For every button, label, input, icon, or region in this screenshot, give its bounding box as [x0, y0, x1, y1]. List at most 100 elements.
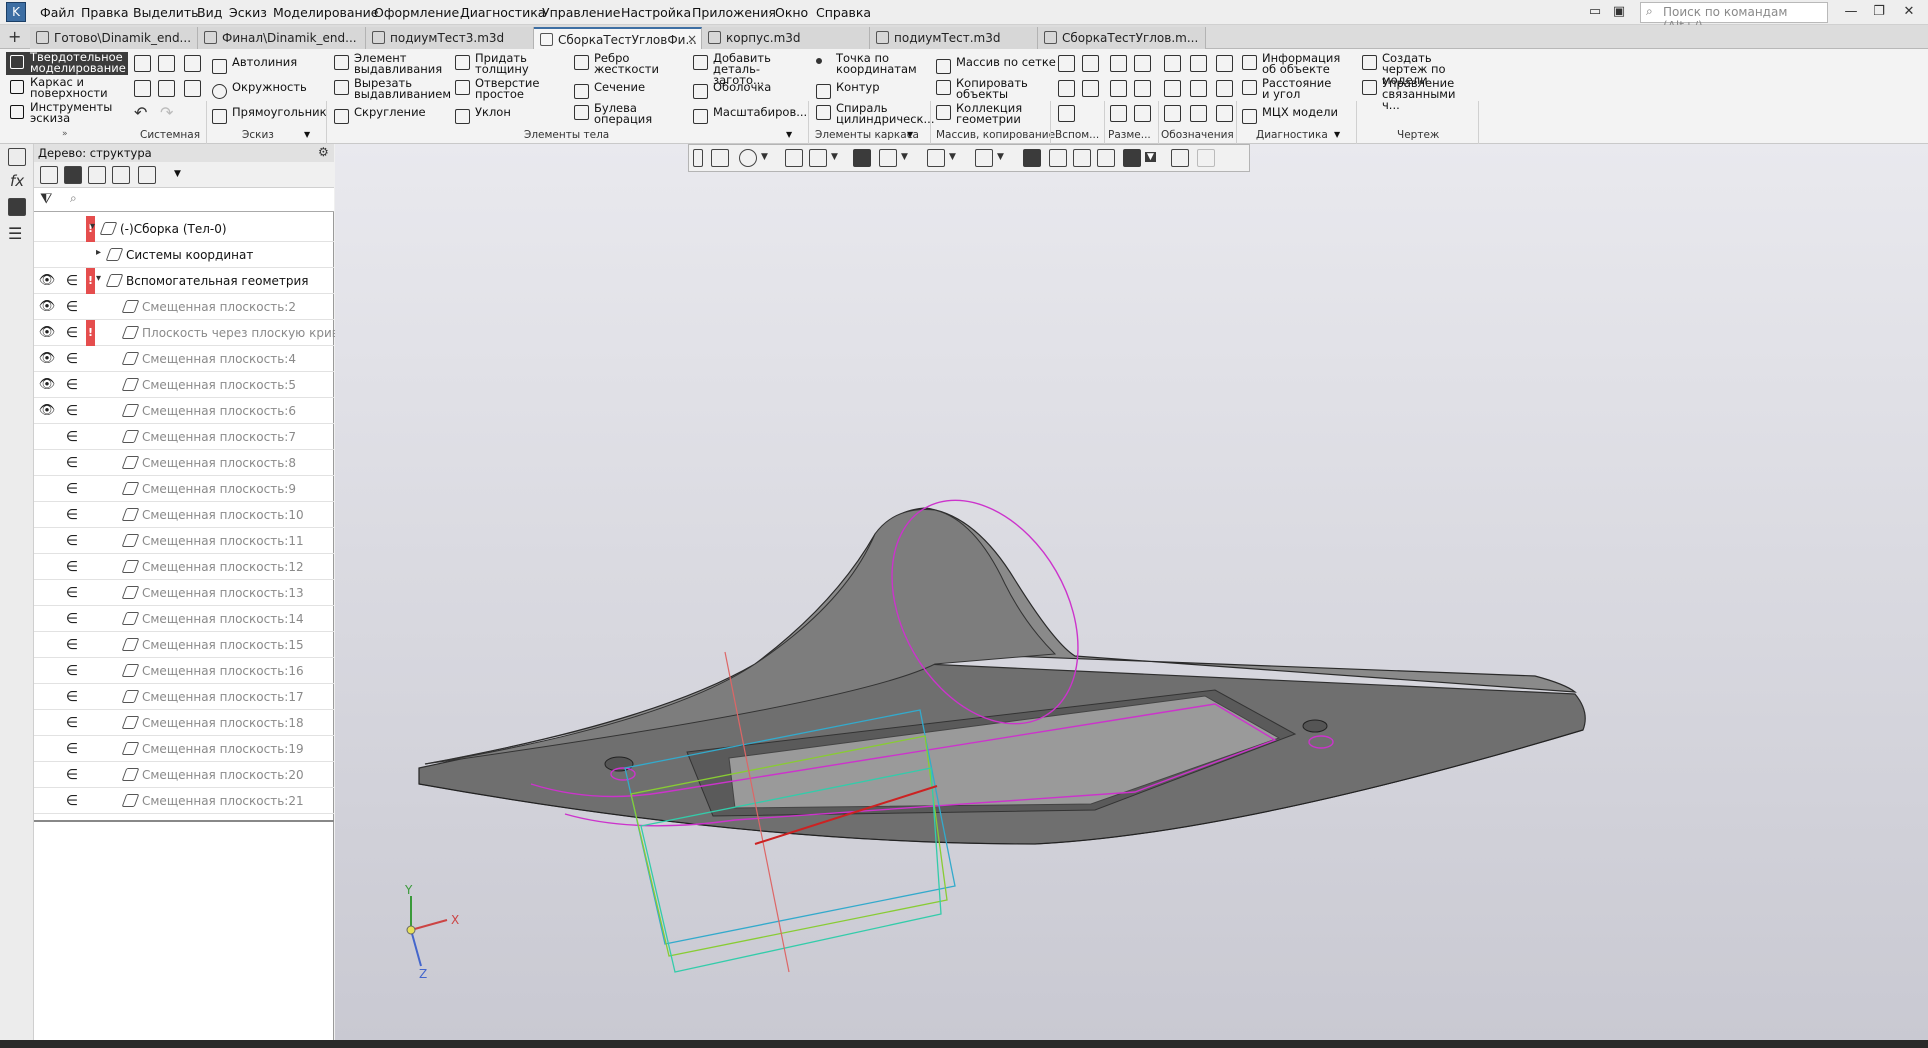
tab-doc-5[interactable]: корпус.m3d: [702, 27, 870, 49]
object-info-button[interactable]: Информация об объекте: [1242, 52, 1352, 75]
hide-dropdown-icon[interactable]: ▼: [949, 152, 956, 162]
include-in-calc-icon[interactable]: ∈: [60, 684, 84, 710]
menu-drafting[interactable]: Оформление: [374, 5, 459, 20]
cut-extrude-button[interactable]: Вырезать выдавливанием: [334, 77, 451, 100]
thicken-button[interactable]: Придать толщину: [455, 52, 529, 75]
datum-icon[interactable]: [1190, 55, 1207, 72]
print-icon[interactable]: [134, 80, 151, 97]
section-dropdown-icon[interactable]: ▼: [997, 152, 1004, 162]
normal-to-icon[interactable]: [1073, 149, 1091, 167]
extrude-button[interactable]: Элемент выдавливания: [334, 52, 442, 75]
point-by-coords-button[interactable]: Точка по координатам: [816, 52, 917, 75]
geometry-collection-button[interactable]: Коллекция геометрии: [936, 102, 1022, 125]
tree-row[interactable]: ! ▾ (-)Сборка (Тел-0): [34, 216, 334, 242]
tree-row[interactable]: ∈ Смещенная плоскость:19: [34, 736, 334, 762]
autoline-button[interactable]: Автолиния: [212, 56, 297, 74]
radius-dim-icon[interactable]: [1110, 80, 1127, 97]
mass-properties-button[interactable]: МЦХ модели: [1242, 106, 1338, 124]
tolerance-icon[interactable]: [1164, 80, 1181, 97]
filter-funnel-icon[interactable]: ⧨: [40, 191, 53, 207]
preview-icon[interactable]: [158, 80, 175, 97]
visibility-eye-icon[interactable]: [34, 736, 60, 762]
visibility-eye-icon[interactable]: [34, 710, 60, 736]
new-doc-icon[interactable]: [134, 55, 151, 72]
redo-icon[interactable]: ↷: [160, 103, 173, 122]
tree-row[interactable]: 👁 ∈ Смещенная плоскость:6: [34, 398, 334, 424]
tab-doc-7[interactable]: СборкаТестУглов.m...: [1038, 27, 1206, 49]
include-in-calc-icon[interactable]: ∈: [60, 424, 84, 450]
tree-row[interactable]: ∈ Смещенная плоскость:13: [34, 580, 334, 606]
display-mode-icon[interactable]: [879, 149, 897, 167]
visibility-eye-icon[interactable]: [34, 476, 60, 502]
include-in-calc-icon[interactable]: ∈: [60, 580, 84, 606]
rib-button[interactable]: Ребро жесткости: [574, 52, 659, 75]
tree-row[interactable]: ∈ Смещенная плоскость:14: [34, 606, 334, 632]
tree-row[interactable]: 👁 ∈! ▾ Вспомогательная геометрия: [34, 268, 334, 294]
boolean-button[interactable]: Булева операция: [574, 102, 652, 125]
include-in-calc-icon[interactable]: ∈: [60, 788, 84, 814]
tree-row[interactable]: ∈ Смещенная плоскость:18: [34, 710, 334, 736]
save-icon[interactable]: [184, 55, 201, 72]
include-in-calc-icon[interactable]: ∈: [60, 606, 84, 632]
base-icon[interactable]: [1216, 105, 1233, 122]
include-in-calc-icon[interactable]: ∈: [60, 710, 84, 736]
weld-icon[interactable]: [1216, 80, 1233, 97]
manage-linked-button[interactable]: Управление связанными ч...: [1362, 77, 1462, 111]
pan-icon[interactable]: [785, 149, 803, 167]
window-panels-icon[interactable]: ▣: [1608, 3, 1630, 21]
properties-icon[interactable]: [8, 148, 26, 166]
arc-dim-icon[interactable]: [1134, 105, 1151, 122]
hide-icon[interactable]: [927, 149, 945, 167]
menu-help[interactable]: Справка: [816, 5, 871, 20]
tree-options-icon[interactable]: [138, 166, 156, 184]
tree-row[interactable]: ∈ Смещенная плоскость:16: [34, 658, 334, 684]
layers-icon[interactable]: ☰: [8, 224, 22, 243]
include-in-calc-icon[interactable]: ∈: [60, 346, 84, 372]
axis-icon[interactable]: [1082, 55, 1099, 72]
include-in-calc-icon[interactable]: ∈: [60, 762, 84, 788]
include-in-calc-icon[interactable]: ∈: [60, 294, 84, 320]
tree-row[interactable]: 👁 ∈! Плоскость через плоскую кривую: [34, 320, 356, 346]
snap-icon[interactable]: [1023, 149, 1041, 167]
tree-settings-gear-icon[interactable]: ⚙: [318, 145, 329, 159]
open-folder-icon[interactable]: [158, 55, 175, 72]
visibility-eye-icon[interactable]: [34, 242, 60, 268]
undo-icon[interactable]: ↶: [134, 103, 147, 122]
tab-doc-3[interactable]: подиумТест3.m3d: [366, 27, 534, 49]
collapse-arrow-icon[interactable]: ▾: [90, 221, 95, 232]
roughness-icon[interactable]: [1216, 55, 1233, 72]
plane-icon[interactable]: [1058, 55, 1075, 72]
menu-view[interactable]: Вид: [197, 5, 222, 20]
orient-icon[interactable]: [1049, 149, 1067, 167]
draft-button[interactable]: Уклон: [455, 106, 511, 124]
menu-window[interactable]: Окно: [775, 5, 808, 20]
group-dropdown-icon[interactable]: ▼: [304, 130, 310, 139]
new-tab-icon[interactable]: +: [8, 27, 21, 46]
rotate-dropdown-icon[interactable]: ▼: [831, 152, 838, 162]
group-dropdown-icon[interactable]: ▼: [907, 130, 913, 139]
window-layout-icon[interactable]: ▭: [1584, 3, 1606, 21]
collapse-arrow-icon[interactable]: ▾: [96, 273, 101, 284]
tree-panel-icon[interactable]: [8, 198, 26, 216]
copy-objects-button[interactable]: Копировать объекты: [936, 77, 1028, 100]
include-in-calc-icon[interactable]: ∈: [60, 268, 84, 294]
visibility-eye-icon[interactable]: [34, 684, 60, 710]
circle-button[interactable]: Окружность: [212, 81, 307, 99]
perspective-icon[interactable]: [1097, 149, 1115, 167]
expand-arrow-icon[interactable]: ▸: [96, 247, 101, 258]
fillet-button[interactable]: Скругление: [334, 106, 426, 124]
include-in-calc-icon[interactable]: ∈: [60, 320, 84, 346]
scale-button[interactable]: Масштабиров...: [693, 106, 807, 124]
tab-doc-1[interactable]: Готово\Dinamik_end...: [30, 27, 198, 49]
menu-apps[interactable]: Приложения: [692, 5, 776, 20]
menu-sketch[interactable]: Эскиз: [229, 5, 267, 20]
visibility-eye-icon[interactable]: 👁: [34, 294, 60, 320]
tree-row[interactable]: ∈ Смещенная плоскость:7: [34, 424, 334, 450]
menu-edit[interactable]: Правка: [81, 5, 129, 20]
visibility-eye-icon[interactable]: 👁: [34, 398, 60, 424]
include-in-calc-icon[interactable]: ∈: [60, 554, 84, 580]
tab-doc-6[interactable]: подиумТест.m3d: [870, 27, 1038, 49]
include-in-calc-icon[interactable]: ∈: [60, 476, 84, 502]
section-button[interactable]: Сечение: [574, 81, 645, 99]
tree-row[interactable]: ∈ Смещенная плоскость:11: [34, 528, 334, 554]
